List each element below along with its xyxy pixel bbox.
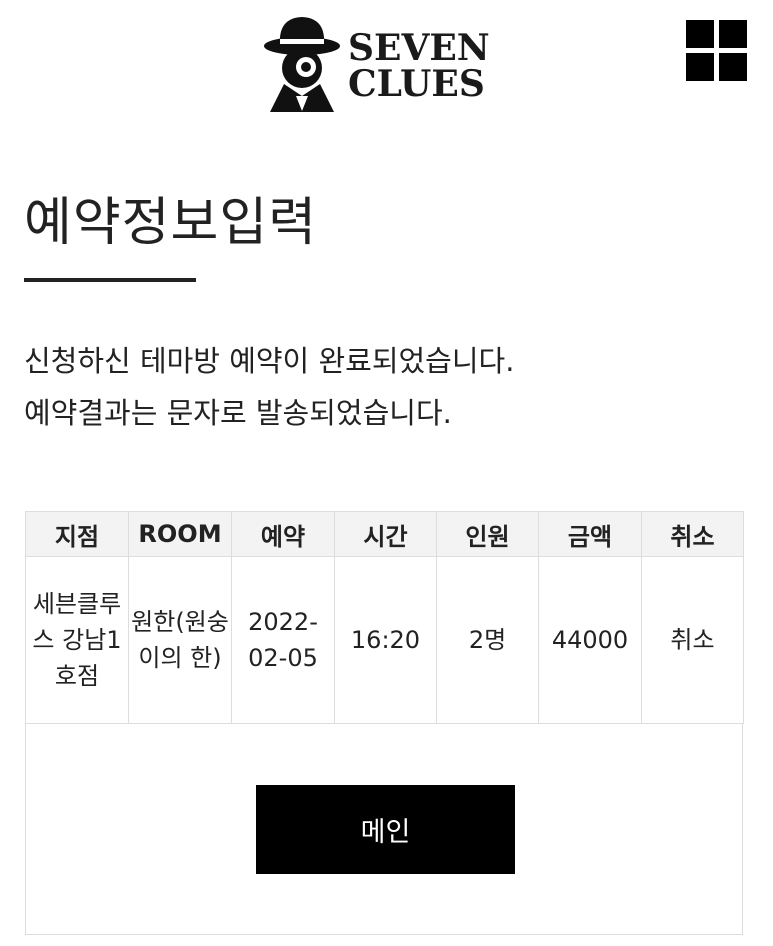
header-room: ROOM — [128, 511, 232, 557]
cell-price: 44000 — [538, 556, 642, 724]
cell-time: 16:20 — [334, 556, 437, 724]
header-cancel: 취소 — [641, 511, 744, 557]
header-price: 금액 — [538, 511, 642, 557]
header-branch: 지점 — [25, 511, 129, 557]
table-row: 세븐클루스 강남1호점 원한(원숭이의 한) 2022-02-05 16:20 … — [25, 556, 744, 724]
cell-date: 2022-02-05 — [231, 556, 335, 724]
confirmation-message: 신청하신 테마방 예약이 완료되었습니다. 예약결과는 문자로 발송되었습니다. — [24, 335, 514, 439]
message-line-2: 예약결과는 문자로 발송되었습니다. — [24, 396, 452, 430]
menu-square — [686, 20, 714, 48]
logo-line-1: SEVEN — [348, 27, 490, 69]
site-header: SEVEN CLUES — [0, 0, 773, 120]
page-title: 예약정보입력 — [24, 193, 318, 253]
header-people: 인원 — [436, 511, 539, 557]
cell-branch: 세븐클루스 강남1호점 — [25, 556, 129, 724]
logo-wordmark[interactable]: SEVEN CLUES — [348, 30, 490, 102]
title-underline — [24, 278, 196, 282]
cell-room: 원한(원숭이의 한) — [128, 556, 232, 724]
header-reservation: 예약 — [231, 511, 335, 557]
message-line-1: 신청하신 테마방 예약이 완료되었습니다. — [24, 344, 515, 378]
menu-square — [719, 20, 747, 48]
menu-square — [719, 53, 747, 81]
table-header-row: 지점 ROOM 예약 시간 인원 금액 취소 — [25, 511, 744, 557]
header-time: 시간 — [334, 511, 437, 557]
cell-people: 2명 — [436, 556, 539, 724]
logo-line-2: CLUES — [348, 63, 485, 105]
cancel-link[interactable]: 취소 — [641, 556, 744, 724]
main-button[interactable]: 메인 — [256, 785, 515, 874]
menu-square — [686, 53, 714, 81]
reservation-table: 지점 ROOM 예약 시간 인원 금액 취소 세븐클루스 강남1호점 원한(원숭… — [25, 511, 744, 724]
grid-menu-icon[interactable] — [686, 20, 748, 82]
